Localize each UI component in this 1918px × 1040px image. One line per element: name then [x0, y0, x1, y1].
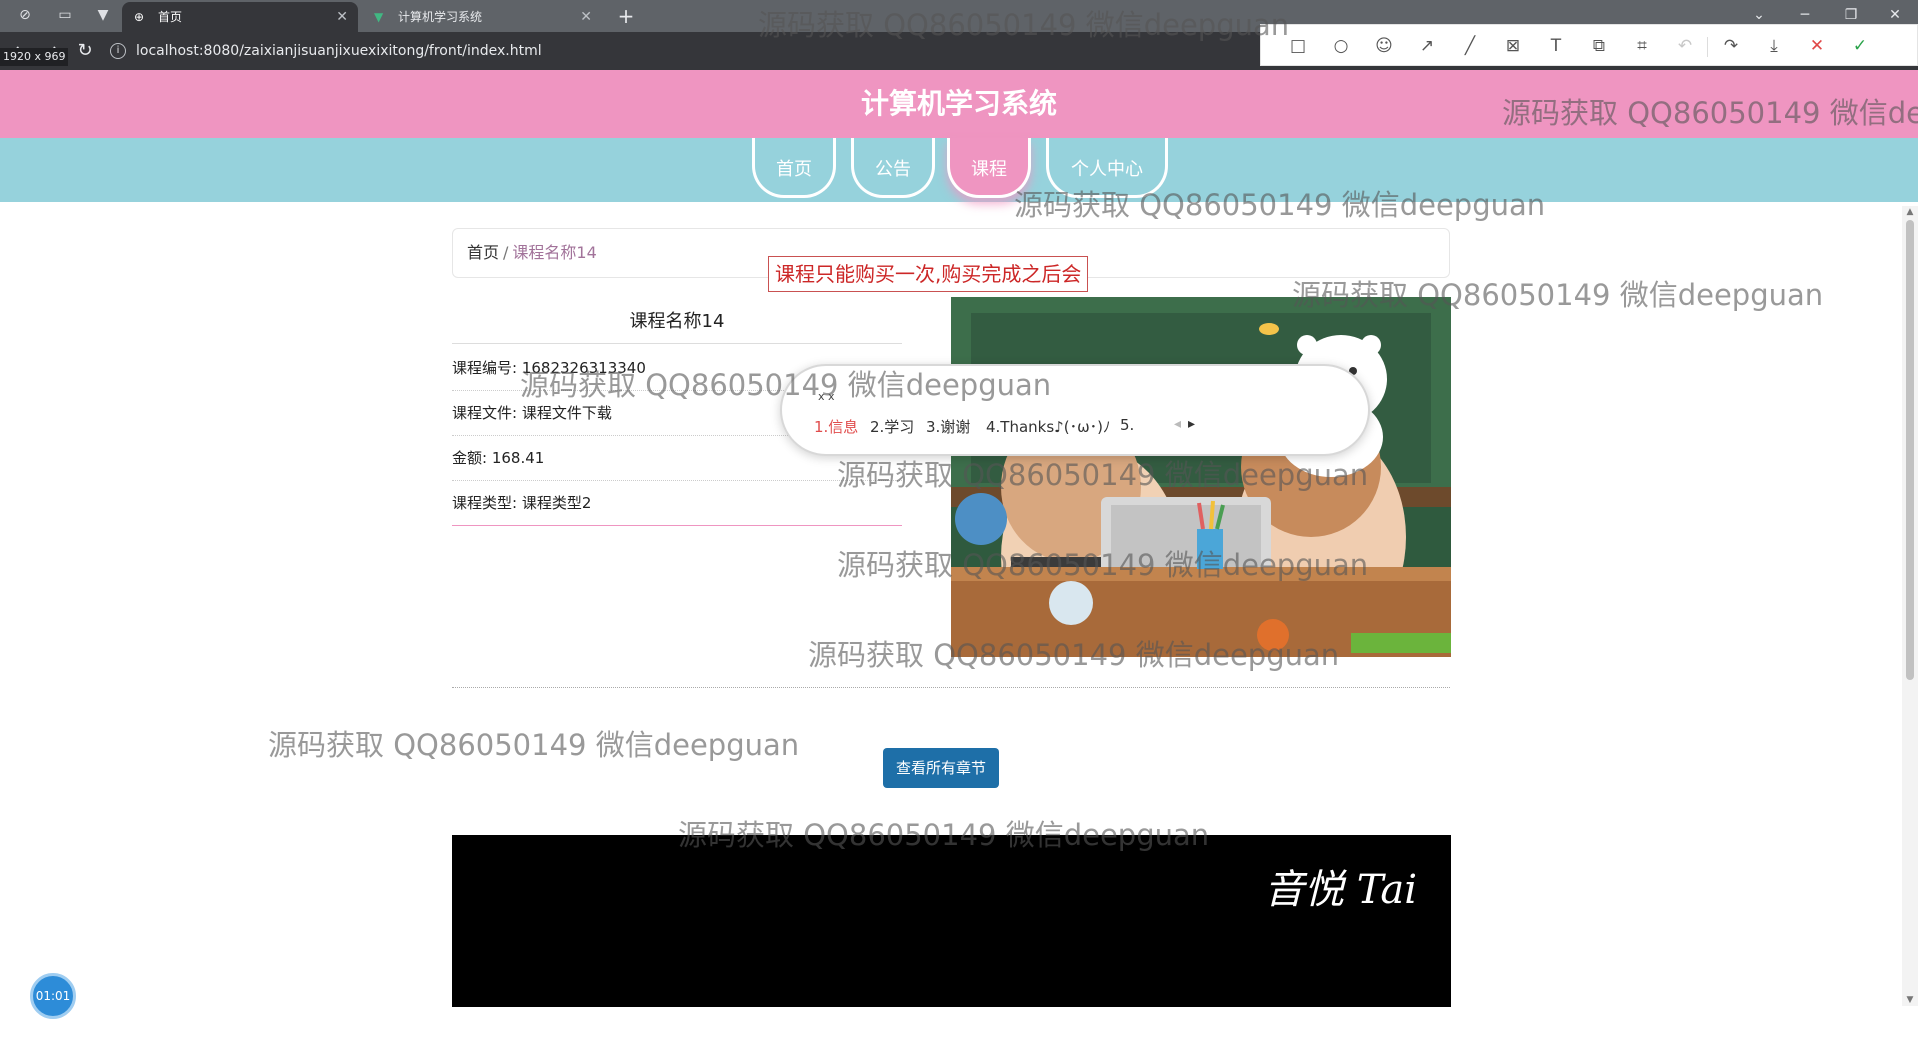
- tab-title: 计算机学习系统: [398, 10, 483, 24]
- section-divider: [452, 687, 1450, 688]
- ellipse-icon[interactable]: ○: [1328, 33, 1354, 59]
- music-next-icon[interactable]: ▸: [1188, 416, 1195, 432]
- tab-group-icon[interactable]: ▭: [54, 7, 76, 25]
- reload-icon[interactable]: ↻: [72, 39, 98, 63]
- breadcrumb-current: 课程名称14: [512, 243, 597, 262]
- url-text: localhost:8080/zaixianjisuanjixuexixiton…: [136, 43, 542, 59]
- video-player[interactable]: 音悦 Tai: [452, 835, 1451, 1007]
- pin-icon[interactable]: ⧉: [1586, 33, 1612, 59]
- browser-tab-home[interactable]: ⊕ 首页 ✕: [122, 2, 358, 32]
- watermark: 源码获取 QQ86050149 微信deepguan: [1014, 188, 1546, 222]
- close-tab-icon[interactable]: ✕: [336, 2, 348, 32]
- music-item-thanks-en[interactable]: 4.Thanks♪(･ω･)ﾉ: [986, 416, 1111, 437]
- new-tab-icon[interactable]: +: [614, 4, 638, 28]
- scroll-thumb[interactable]: [1906, 220, 1914, 680]
- share-icon[interactable]: ↷: [1718, 33, 1744, 59]
- watermark: 源码获取 QQ86050149 微信deepguan: [268, 728, 800, 762]
- field-value: 课程类型2: [521, 494, 592, 512]
- field-label: 课程类型:: [452, 494, 522, 512]
- emoji-icon[interactable]: ☺: [1371, 33, 1397, 59]
- music-item-thanks[interactable]: 3.谢谢: [926, 416, 970, 437]
- screen-size-badge: 1920 x 969: [0, 48, 68, 66]
- cancel-icon[interactable]: ✕: [1804, 33, 1830, 59]
- scroll-up-icon[interactable]: ▲: [1902, 206, 1918, 218]
- nav-announcements[interactable]: 公告: [851, 138, 935, 198]
- purchase-notice: 课程只能购买一次,购买完成之后会: [768, 256, 1089, 292]
- field-label: 课程文件:: [452, 404, 522, 422]
- screenshot-toolbar: □ ○ ☺ ↗ ╱ ⊠ T ⧉ ⌗ ↶ ↷ ⤓ ✕ ✓: [1260, 24, 1918, 66]
- undo-icon[interactable]: ↶: [1672, 33, 1698, 59]
- pinned-vue-tab-icon[interactable]: ▼: [92, 7, 114, 25]
- tab-title: 首页: [158, 10, 183, 24]
- line-icon[interactable]: ╱: [1457, 33, 1483, 59]
- watermark: 源码获取 QQ86050149 微信deepguan: [1502, 96, 1918, 130]
- confirm-icon[interactable]: ✓: [1847, 33, 1873, 59]
- page-scrollbar[interactable]: ▲ ▼: [1902, 206, 1918, 1006]
- music-item-more[interactable]: 5.: [1120, 416, 1134, 434]
- watermark: 源码获取 QQ86050149 微信deepguan: [758, 8, 1290, 42]
- watermark: 源码获取 QQ86050149 微信deepguan: [678, 818, 1210, 852]
- browser-tab-system[interactable]: ▼ 计算机学习系统 ✕: [362, 2, 602, 32]
- course-type-row: 课程类型: 课程类型2: [452, 481, 902, 526]
- music-item-info[interactable]: 1.信息: [814, 416, 858, 437]
- text-icon[interactable]: T: [1543, 33, 1569, 59]
- breadcrumb-home[interactable]: 首页: [467, 243, 499, 262]
- watermark: 源码获取 QQ86050149 微信deepguan: [808, 638, 1340, 672]
- music-item-study[interactable]: 2.学习: [870, 416, 914, 437]
- scroll-down-icon[interactable]: ▼: [1902, 994, 1918, 1006]
- tab-search-icon[interactable]: ⊘: [14, 7, 36, 25]
- mosaic-icon[interactable]: ⊠: [1500, 33, 1526, 59]
- watermark: 源码获取 QQ86050149 微信deepguan: [1292, 278, 1824, 312]
- field-value: 168.41: [491, 449, 545, 467]
- course-name: 课程名称14: [452, 304, 902, 344]
- site-title: 计算机学习系统: [860, 87, 1057, 120]
- watermark: 源码获取 QQ86050149 微信deepguan: [837, 458, 1369, 492]
- download-icon[interactable]: ⤓: [1761, 33, 1787, 59]
- course-file-download-link[interactable]: 课程文件下载: [522, 404, 612, 422]
- field-label: 金额:: [452, 449, 492, 467]
- vue-logo-icon: ▼: [374, 10, 384, 24]
- recording-timer[interactable]: 01:01: [30, 973, 76, 1019]
- globe-icon: ⊕: [134, 10, 145, 24]
- watermark: 源码获取 QQ86050149 微信deepguan: [520, 368, 1052, 402]
- nav-home[interactable]: 首页: [752, 138, 836, 198]
- breadcrumb-separator: /: [503, 243, 509, 262]
- arrow-icon[interactable]: ↗: [1414, 33, 1440, 59]
- music-prev-icon[interactable]: ◂: [1174, 416, 1181, 432]
- view-all-chapters-button[interactable]: 查看所有章节: [883, 748, 999, 788]
- close-tab-icon[interactable]: ✕: [580, 2, 592, 32]
- main-nav: 首页 公告 课程 个人中心: [0, 138, 1918, 202]
- field-label: 课程编号:: [452, 359, 522, 377]
- ocr-icon[interactable]: ⌗: [1629, 33, 1655, 59]
- site-info-icon[interactable]: i: [110, 43, 126, 59]
- video-logo: 音悦 Tai: [1264, 867, 1417, 913]
- toolbar-divider: [1707, 37, 1708, 57]
- watermark: 源码获取 QQ86050149 微信deepguan: [837, 548, 1369, 582]
